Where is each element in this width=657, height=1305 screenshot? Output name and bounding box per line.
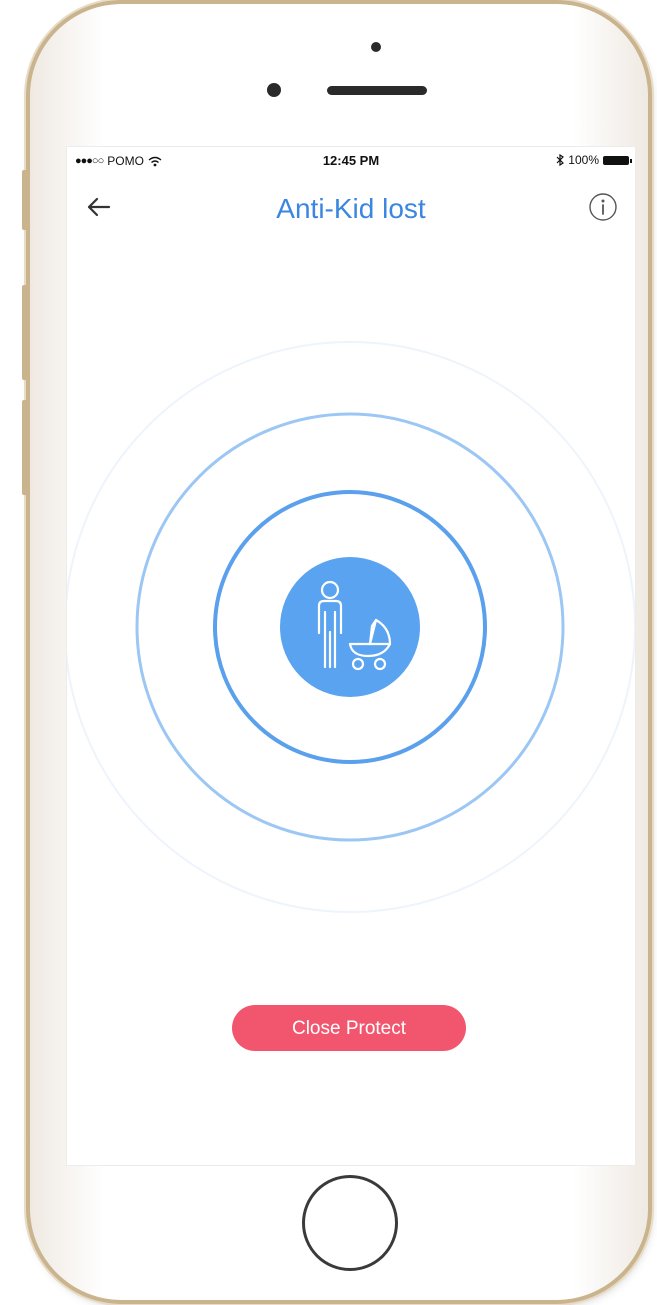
volume-up-button xyxy=(22,285,28,380)
radar-animation xyxy=(67,341,635,913)
battery-percentage: 100% xyxy=(568,153,599,167)
mute-switch xyxy=(22,170,28,230)
info-icon xyxy=(589,193,617,221)
close-protect-button[interactable]: Close Protect xyxy=(232,1005,466,1051)
proximity-sensor xyxy=(371,42,381,52)
bluetooth-icon xyxy=(556,154,565,166)
app-screen: ●●●○○ POMO 12:45 PM 100% Anti-Kid lost C… xyxy=(66,146,636,1166)
front-camera xyxy=(267,83,281,97)
earpiece-speaker xyxy=(327,86,427,95)
battery-icon xyxy=(603,155,632,165)
status-right: 100% xyxy=(556,153,632,167)
page-title: Anti-Kid lost xyxy=(276,193,426,224)
status-bar: ●●●○○ POMO 12:45 PM 100% xyxy=(67,147,635,173)
info-button[interactable] xyxy=(587,191,619,223)
status-time: 12:45 PM xyxy=(322,153,380,168)
center-circle xyxy=(280,557,420,697)
home-button[interactable] xyxy=(302,1175,398,1271)
volume-down-button xyxy=(22,400,28,495)
nav-bar: Anti-Kid lost xyxy=(67,183,635,237)
